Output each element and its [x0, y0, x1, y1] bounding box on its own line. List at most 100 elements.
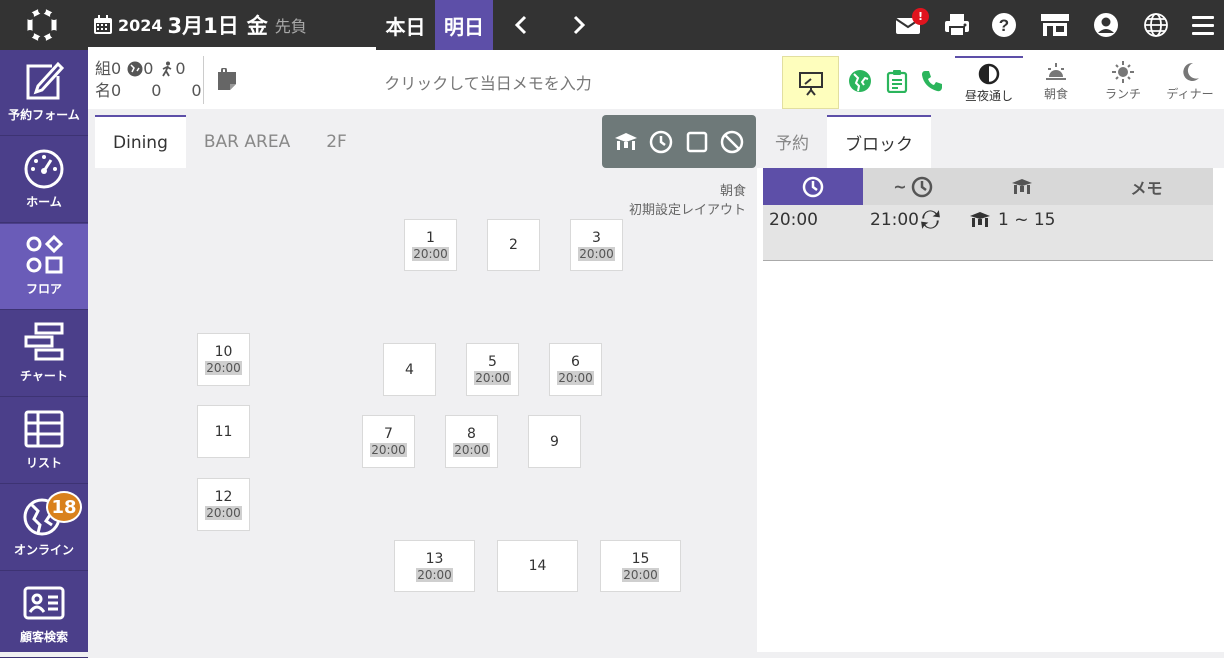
meal-tab-label: ランチ — [1104, 87, 1141, 101]
floor-canvas: 朝食 初期設定レイアウト 1 20:00 2 3 20:00 4 5 20:00… — [95, 168, 756, 652]
customer-card-icon — [23, 586, 65, 620]
meal-tab-all-day[interactable]: 昼夜通し — [955, 56, 1023, 109]
table-number: 4 — [405, 361, 414, 378]
header-memo[interactable]: メモ — [1080, 168, 1213, 205]
square-select-icon[interactable] — [685, 130, 709, 154]
sidebar-item-label: ホーム — [26, 195, 62, 209]
block-end-time: 21:00 — [870, 210, 919, 230]
header-end-time[interactable]: ~ — [863, 168, 963, 205]
panel-tabs: 予約 ブロック — [757, 115, 931, 168]
table-6[interactable]: 6 20:00 — [549, 343, 602, 396]
sidebar-item-floor[interactable]: フロア — [0, 224, 88, 310]
groups-total: 0 — [111, 59, 122, 78]
tab-bar-area[interactable]: BAR AREA — [186, 115, 308, 168]
info-bar: 組 0 0 0 名 0 0 0 クリックして当日メモを入力 昼夜通し 朝食 ラン… — [88, 50, 1224, 109]
tab-block[interactable]: ブロック — [827, 115, 931, 168]
table-number: 13 — [425, 550, 444, 567]
meal-tab-breakfast[interactable]: 朝食 — [1022, 56, 1090, 109]
table-14[interactable]: 14 — [497, 540, 578, 592]
table-3[interactable]: 3 20:00 — [570, 219, 623, 271]
block-row[interactable]: 20:00 21:00 1 ~ 15 — [763, 205, 1213, 261]
header-to-label: ~ — [893, 177, 907, 196]
sidebar-item-online[interactable]: オンライン 18 — [0, 485, 88, 571]
next-day-icon[interactable] — [566, 13, 590, 37]
header-tables[interactable] — [963, 168, 1080, 205]
web-reservation-globe-icon[interactable] — [848, 69, 872, 93]
floor-tabs: Dining BAR AREA 2F — [95, 115, 365, 168]
table-7[interactable]: 7 20:00 — [362, 415, 415, 468]
table-15[interactable]: 15 20:00 — [600, 540, 681, 592]
help-icon[interactable]: ? — [991, 12, 1017, 38]
tab-dining[interactable]: Dining — [95, 115, 186, 168]
table-11[interactable]: 11 — [197, 405, 250, 458]
user-account-icon[interactable] — [1093, 12, 1119, 38]
table-number: 6 — [571, 354, 580, 370]
block-table-range: 1 ~ 15 — [998, 210, 1056, 230]
table-4[interactable]: 4 — [383, 343, 436, 396]
calendar-icon — [94, 15, 112, 34]
daily-memo-input[interactable]: クリックして当日メモを入力 — [338, 70, 638, 94]
date-month-day: 3月1日 — [167, 14, 239, 38]
table-number: 5 — [488, 354, 497, 370]
repeat-sync-icon[interactable] — [918, 207, 943, 232]
sidebar-item-home[interactable]: ホーム — [0, 137, 88, 223]
table-10[interactable]: 10 20:00 — [197, 333, 250, 386]
clipboard-icon[interactable] — [885, 69, 909, 93]
phone-icon[interactable] — [920, 69, 944, 93]
tomorrow-button[interactable]: 明日 — [435, 0, 493, 50]
table-view-icon[interactable] — [614, 130, 638, 154]
dashboard-gauge-icon — [24, 149, 64, 189]
reservation-counts: 組 0 0 0 名 0 0 0 — [95, 58, 202, 102]
clock-view-icon[interactable] — [649, 130, 673, 154]
meal-tab-lunch[interactable]: ランチ — [1089, 56, 1157, 109]
menu-hamburger-icon[interactable] — [1190, 12, 1216, 38]
table-reservation-time: 20:00 — [205, 361, 242, 375]
sidebar-item-label: チャート — [20, 369, 68, 383]
block-ban-icon[interactable] — [720, 130, 744, 154]
block-start-time: 20:00 — [769, 210, 818, 230]
table-reservation-time: 20:00 — [622, 567, 659, 582]
table-5[interactable]: 5 20:00 — [466, 343, 519, 396]
store-icon[interactable] — [1040, 12, 1070, 38]
list-table-icon — [24, 410, 64, 448]
tab-2f[interactable]: 2F — [308, 115, 365, 168]
table-number: 7 — [384, 426, 393, 442]
header-start-time[interactable] — [763, 168, 863, 205]
sunrise-icon — [1046, 63, 1066, 80]
floor-toolbar — [602, 115, 756, 168]
meal-tab-dinner[interactable]: ディナー — [1156, 56, 1224, 109]
table-1[interactable]: 1 20:00 — [404, 219, 457, 271]
date-weekday: 金 — [246, 14, 268, 38]
sidebar-item-customer-search[interactable]: 顧客検索 — [0, 572, 88, 658]
today-button[interactable]: 本日 — [376, 0, 435, 50]
print-icon[interactable] — [944, 12, 970, 38]
language-globe-icon[interactable] — [1143, 12, 1169, 38]
meal-tab-label: ディナー — [1166, 87, 1214, 101]
presentation-mode-button[interactable] — [782, 56, 839, 109]
block-table-header: ~ メモ — [763, 168, 1213, 205]
prev-day-icon[interactable] — [510, 13, 534, 37]
table-9[interactable]: 9 — [528, 415, 581, 468]
chart-bars-icon — [24, 322, 64, 361]
groups-web: 0 — [143, 59, 154, 78]
table-13[interactable]: 13 20:00 — [394, 540, 475, 592]
table-reservation-time: 20:00 — [557, 371, 594, 385]
app-logo-icon[interactable] — [22, 7, 62, 43]
sidebar-item-list[interactable]: リスト — [0, 398, 88, 484]
tab-reservations[interactable]: 予約 — [757, 115, 827, 168]
table-number: 3 — [592, 229, 601, 246]
table-12[interactable]: 12 20:00 — [197, 478, 250, 531]
sidebar-item-chart[interactable]: チャート — [0, 311, 88, 397]
table-8[interactable]: 8 20:00 — [445, 415, 498, 468]
table-2[interactable]: 2 — [487, 219, 540, 271]
table-reservation-time: 20:00 — [205, 506, 242, 520]
layout-info: 朝食 初期設定レイアウト — [629, 182, 746, 220]
meal-tab-label: 昼夜通し — [964, 89, 1013, 103]
table-reservation-time: 20:00 — [474, 371, 511, 385]
table-number: 1 — [426, 229, 435, 246]
sidebar-item-reservation-form[interactable]: 予約フォーム — [0, 50, 88, 136]
date-picker[interactable]: 2024 3月1日 金 先負 — [93, 0, 307, 50]
clock-icon — [911, 176, 932, 197]
people-label: 名 — [95, 81, 112, 100]
memo-clip-icon[interactable] — [216, 68, 238, 92]
